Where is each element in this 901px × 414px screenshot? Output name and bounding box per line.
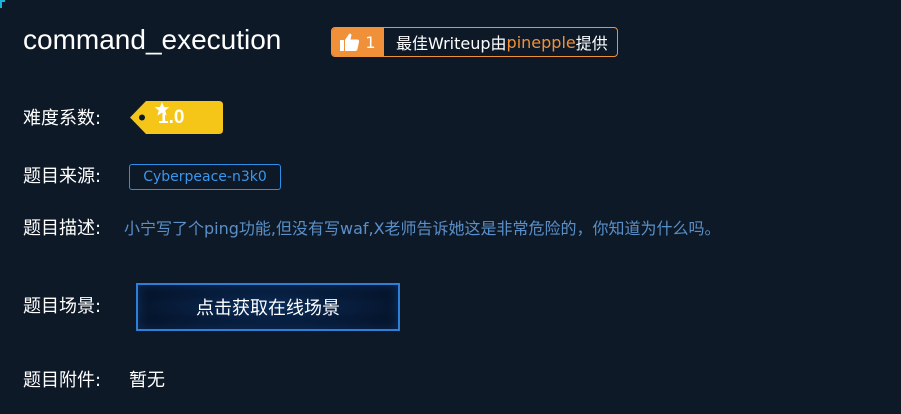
attachment-value: 暂无 [129,370,165,391]
description-text: 小宁写了个ping功能,但没有写waf,X老师告诉她这是非常危险的，你知道为什么… [124,219,721,238]
attachment-label: 题目附件: [23,370,102,391]
corner-decoration [0,0,5,8]
writeup-prefix: 最佳Writeup由 [396,34,507,53]
scene-label: 题目场景: [23,296,102,317]
writeup-suffix: 提供 [575,34,608,53]
description-label: 题目描述: [23,218,102,239]
like-button[interactable]: 1 [332,28,384,56]
get-online-scene-button[interactable]: 点击获取在线场景 [136,283,400,331]
difficulty-label: 难度系数: [23,108,102,129]
thumbs-up-icon [340,33,360,51]
difficulty-tag: 1.0 [130,101,223,134]
writeup-credit[interactable]: 最佳Writeup由 pinepple 提供 [384,28,617,56]
best-writeup-badge[interactable]: 1 最佳Writeup由 pinepple 提供 [331,27,618,57]
challenge-title: command_execution [23,24,282,55]
source-tag[interactable]: Cyberpeace-n3k0 [129,164,281,190]
like-count: 1 [365,32,376,52]
writeup-author-link[interactable]: pinepple [507,33,576,52]
source-label: 题目来源: [23,166,102,187]
